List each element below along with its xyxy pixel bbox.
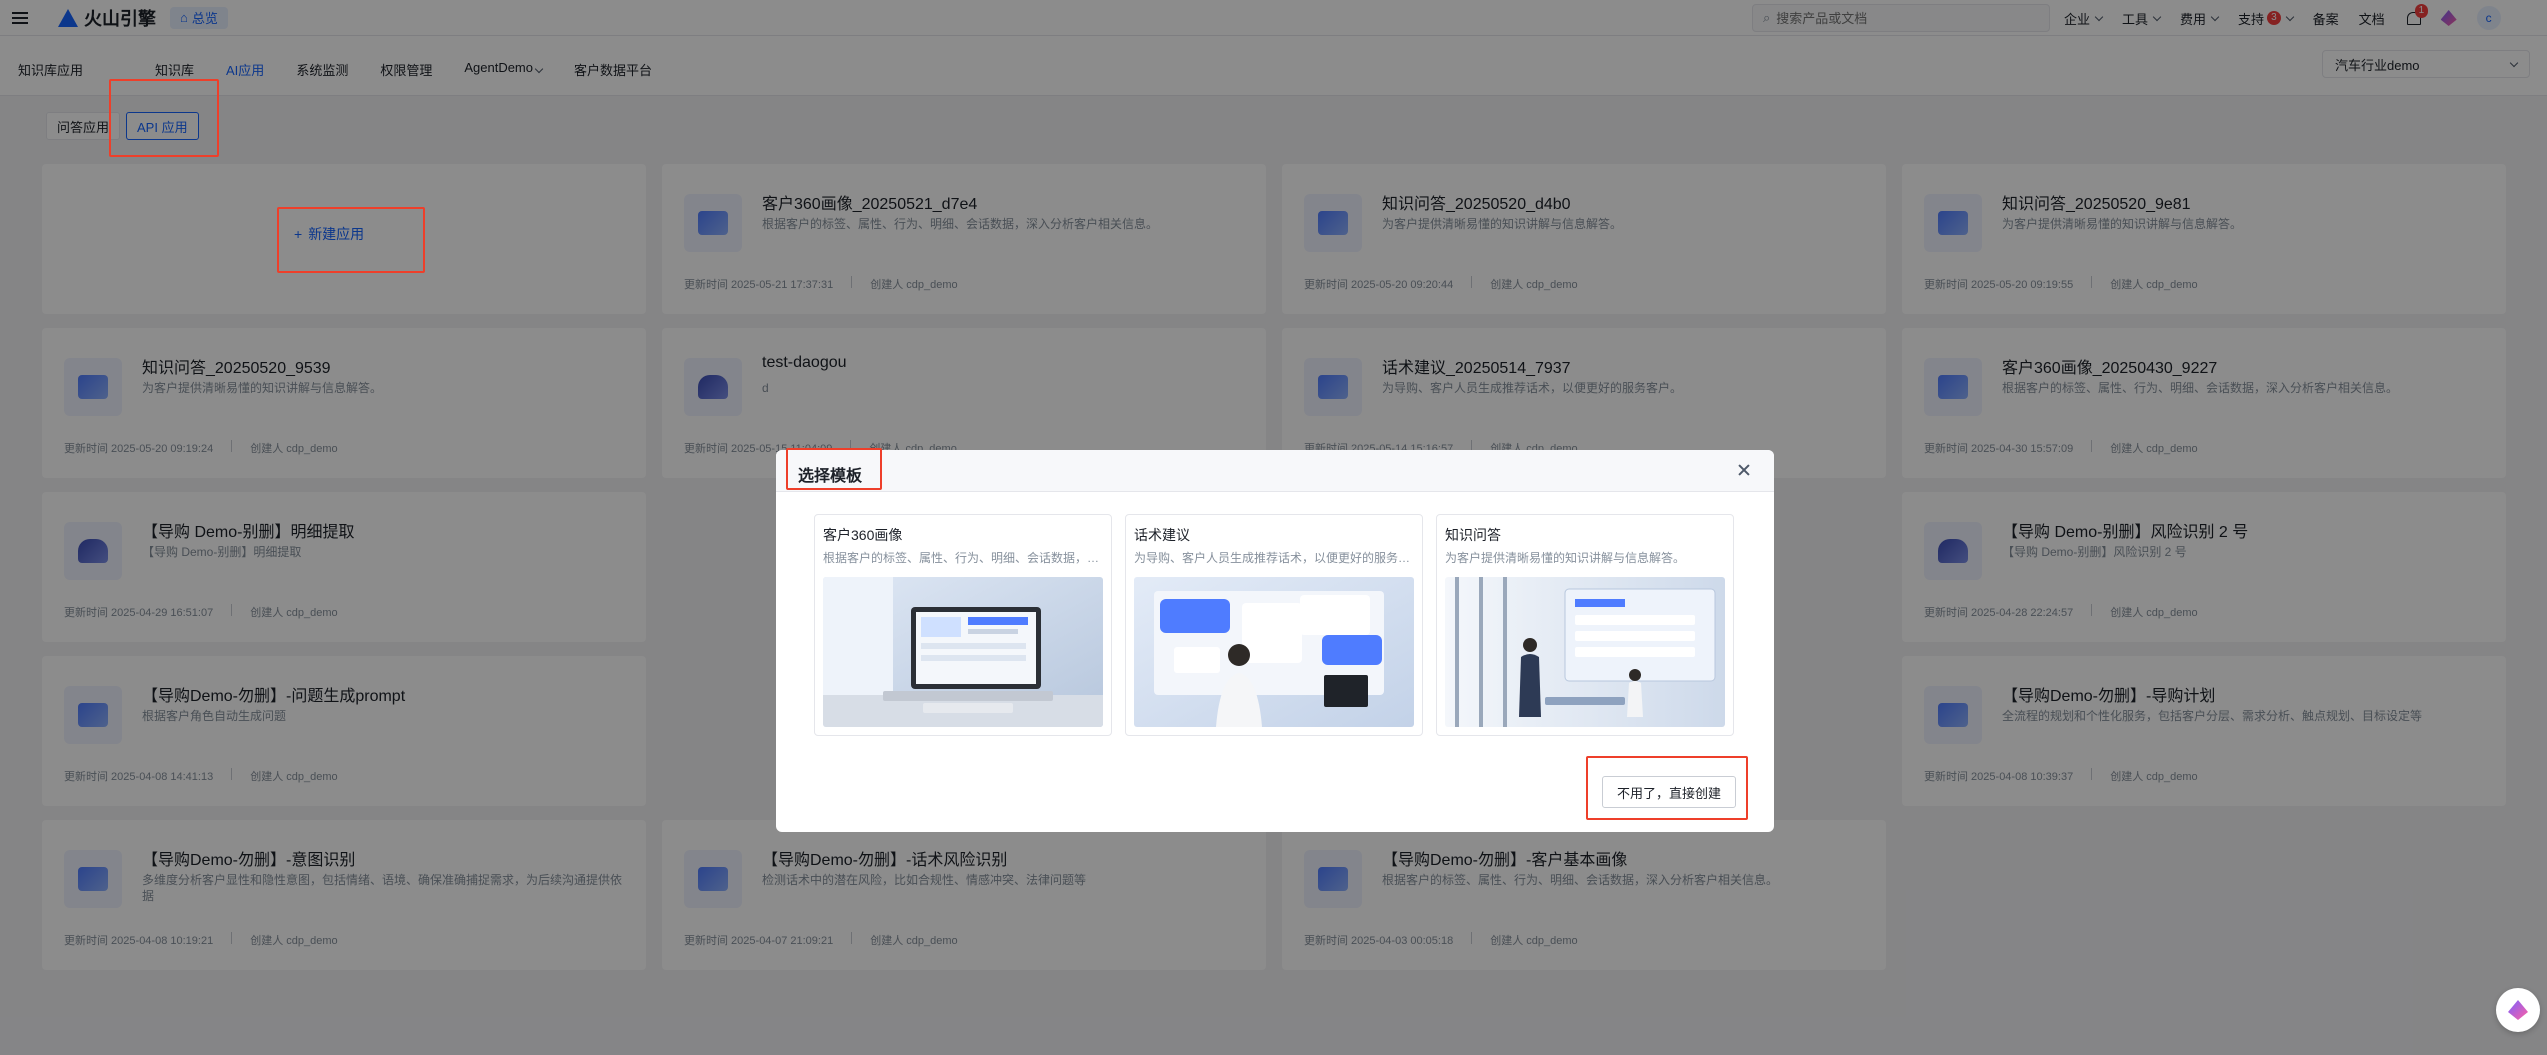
- template-card-customer-360[interactable]: 客户360画像 根据客户的标签、属性、行为、明细、会话数据，深入分析客户相关信息…: [814, 514, 1112, 736]
- template-desc: 根据客户的标签、属性、行为、明细、会话数据，深入分析客户相关信息。: [823, 551, 1103, 565]
- ai-assistant-icon: [2508, 1000, 2528, 1020]
- template-image-laptop: [823, 577, 1103, 727]
- template-image-presentation: [1445, 577, 1725, 727]
- template-title: 客户360画像: [823, 527, 903, 543]
- modal-header: 选择模板: [776, 450, 1774, 492]
- template-card-script-suggestion[interactable]: 话术建议 为导购、客户人员生成推荐话术，以便更好的服务客户。: [1125, 514, 1423, 736]
- template-image-chat: [1134, 577, 1414, 727]
- template-title: 话术建议: [1134, 527, 1190, 543]
- template-title: 知识问答: [1445, 527, 1501, 543]
- ai-assistant-float-button[interactable]: [2496, 988, 2540, 1032]
- annotation-box-new-app: [277, 207, 425, 273]
- annotation-box-modal-title: [786, 448, 882, 490]
- close-icon[interactable]: [1736, 462, 1752, 478]
- template-card-knowledge-qa[interactable]: 知识问答 为客户提供清晰易懂的知识讲解与信息解答。: [1436, 514, 1734, 736]
- template-desc: 为客户提供清晰易懂的知识讲解与信息解答。: [1445, 551, 1686, 565]
- template-desc: 为导购、客户人员生成推荐话术，以便更好的服务客户。: [1134, 551, 1414, 565]
- annotation-box-api-apps: [109, 79, 219, 157]
- annotation-box-skip-button: [1586, 756, 1748, 820]
